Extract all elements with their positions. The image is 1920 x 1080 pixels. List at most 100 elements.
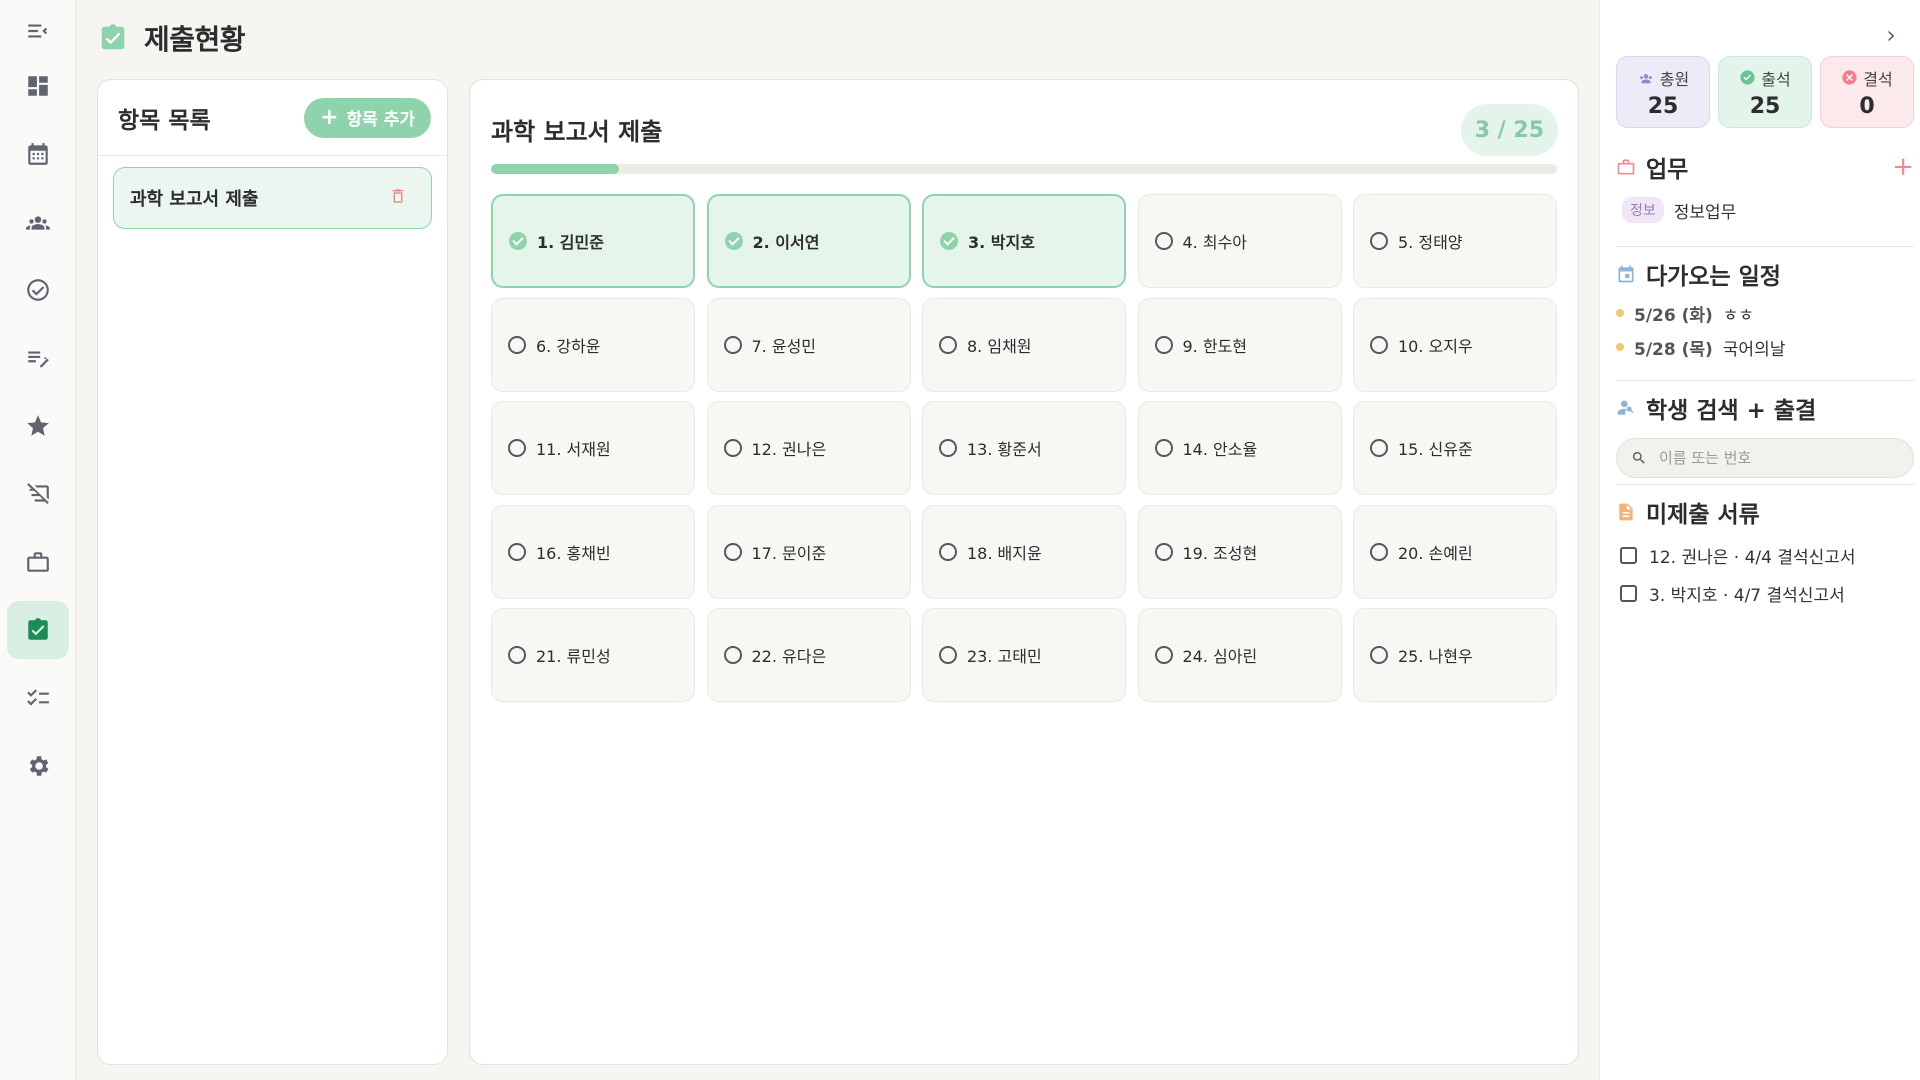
- nav-submissions[interactable]: [7, 601, 69, 659]
- student-card[interactable]: 17. 문이준: [706, 504, 911, 599]
- submission-progress-fill: [491, 164, 619, 174]
- attendance-stats: 총원 25 출석 25 결석 0: [1616, 56, 1914, 128]
- student-card[interactable]: 12. 권나은: [706, 401, 911, 495]
- student-card[interactable]: 9. 한도현: [1137, 297, 1342, 392]
- add-duty-button[interactable]: +: [1892, 154, 1914, 180]
- student-card[interactable]: 4. 최수아: [1137, 194, 1342, 288]
- trash-icon[interactable]: [389, 186, 407, 210]
- nav-dashboard[interactable]: [7, 57, 69, 115]
- student-card[interactable]: 23. 고태민: [922, 608, 1126, 702]
- duty-item[interactable]: 정보 정보업무: [1616, 197, 1914, 223]
- student-card[interactable]: 24. 심아린: [1137, 608, 1342, 702]
- left-nav-rail: [0, 0, 76, 1080]
- student-search-box[interactable]: [1616, 438, 1914, 478]
- nav-attendance[interactable]: [7, 261, 69, 319]
- student-search-icon: [1617, 400, 1634, 415]
- nav-tasks[interactable]: [7, 533, 69, 591]
- student-name: 20. 손예린: [1398, 543, 1473, 563]
- stat-absent-value: 0: [1859, 93, 1875, 119]
- dashboard-icon: [28, 76, 48, 96]
- student-card[interactable]: 2. 이서연: [706, 194, 911, 288]
- missing-document-item[interactable]: 12. 권나은 · 4/4 결석신고서: [1616, 536, 1914, 574]
- nav-favorites[interactable]: [7, 397, 69, 455]
- submission-detail-panel: 과학 보고서 제출 3 / 25 1. 김민준 2. 이서연 3. 박지호 4. 최수…: [469, 79, 1579, 1065]
- no-signal-icon: [27, 483, 49, 504]
- schedule-item[interactable]: 5/26 (화) ㅎㅎ: [1616, 296, 1914, 330]
- empty-circle-icon: [1154, 542, 1173, 561]
- student-name: 25. 나현우: [1398, 647, 1473, 666]
- item-list-entry[interactable]: 과학 보고서 제출: [113, 167, 432, 229]
- collapse-menu-icon: [28, 24, 48, 38]
- empty-circle-icon: [508, 646, 526, 664]
- empty-circle-icon: [1370, 232, 1388, 250]
- student-card[interactable]: 3. 박지호: [922, 194, 1126, 288]
- student-name: 16. 홍채빈: [536, 543, 611, 563]
- student-card[interactable]: 14. 안소율: [1137, 401, 1342, 495]
- briefcase-icon: [27, 552, 49, 572]
- chevron-right-icon[interactable]: ›: [1878, 21, 1904, 49]
- schedule-title: 다가오는 일정: [1646, 264, 1781, 290]
- empty-circle-icon: [508, 542, 526, 561]
- checkbox[interactable]: [1620, 584, 1637, 602]
- missing-document-item[interactable]: 3. 박지호 · 4/7 결석신고서: [1616, 574, 1914, 612]
- plus-icon: +: [320, 104, 339, 130]
- student-name: 15. 신유준: [1398, 440, 1473, 459]
- student-card[interactable]: 21. 류민성: [491, 608, 695, 702]
- duty-tag: 정보: [1622, 197, 1664, 223]
- students-icon: [26, 216, 50, 230]
- student-card[interactable]: 16. 홍채빈: [491, 504, 695, 599]
- student-card[interactable]: 5. 정태양: [1353, 194, 1557, 288]
- student-card[interactable]: 20. 손예린: [1353, 504, 1557, 599]
- student-card[interactable]: 18. 배지윤: [922, 504, 1126, 599]
- empty-circle-icon: [1154, 232, 1173, 250]
- x-circle-icon: [1842, 70, 1857, 85]
- student-card[interactable]: 15. 신유준: [1353, 401, 1557, 495]
- nav-edit-list[interactable]: [7, 329, 69, 387]
- student-card[interactable]: 8. 임채원: [922, 297, 1126, 392]
- student-name: 6. 강하윤: [536, 336, 601, 356]
- student-card[interactable]: 25. 나현우: [1353, 608, 1557, 702]
- collapse-menu-button[interactable]: [7, 2, 69, 60]
- stat-total-value: 25: [1647, 93, 1679, 119]
- nav-students[interactable]: [7, 193, 69, 251]
- student-card[interactable]: 13. 황준서: [922, 401, 1126, 495]
- page-title: 제출현황: [144, 23, 246, 56]
- student-card[interactable]: 22. 유다은: [706, 608, 911, 702]
- student-grid: 1. 김민준 2. 이서연 3. 박지호 4. 최수아 5. 정태양 6. 강하윤 7. 윤…: [491, 194, 1557, 702]
- nav-checklist[interactable]: [7, 669, 69, 727]
- student-name: 14. 안소율: [1182, 440, 1258, 459]
- students-icon: [1639, 73, 1652, 83]
- student-card[interactable]: 11. 서재원: [491, 401, 695, 495]
- empty-circle-icon: [1370, 646, 1388, 664]
- stat-present-value: 25: [1749, 93, 1781, 119]
- submission-clipboard-icon: [28, 618, 48, 640]
- add-item-button[interactable]: + 항목 추가: [304, 97, 431, 138]
- student-card[interactable]: 6. 강하윤: [491, 297, 695, 392]
- student-card[interactable]: 7. 윤성민: [706, 297, 911, 392]
- student-card[interactable]: 10. 오지우: [1353, 297, 1557, 392]
- nav-no-signal[interactable]: [7, 465, 69, 523]
- student-search-section: 학생 검색 + 출결: [1616, 392, 1914, 478]
- nav-settings[interactable]: [7, 737, 69, 795]
- stat-absent-label: 결석: [1863, 69, 1893, 89]
- stat-present: 출석 25: [1718, 56, 1812, 128]
- schedule-date: 5/28 (목): [1634, 339, 1713, 360]
- student-name: 4. 최수아: [1182, 233, 1248, 252]
- student-name: 10. 오지우: [1398, 336, 1473, 356]
- student-card[interactable]: 1. 김민준: [491, 194, 695, 288]
- nav-calendar[interactable]: [7, 125, 69, 183]
- student-name: 7. 윤성민: [751, 336, 817, 356]
- missing-document-text: 12. 권나은 · 4/4 결석신고서: [1649, 547, 1856, 568]
- check-circle-icon: [509, 232, 527, 250]
- student-name: 13. 황준서: [967, 440, 1042, 459]
- empty-circle-icon: [1154, 646, 1173, 664]
- star-icon: [27, 415, 49, 436]
- student-card[interactable]: 19. 조성현: [1137, 504, 1342, 599]
- schedule-date: 5/26 (화): [1634, 305, 1713, 326]
- schedule-item[interactable]: 5/28 (목) 국어의날: [1616, 330, 1914, 364]
- empty-circle-icon: [1154, 439, 1173, 457]
- student-search-input[interactable]: [1659, 449, 1879, 467]
- empty-circle-icon: [723, 542, 742, 561]
- stat-total: 총원 25: [1616, 56, 1710, 128]
- checkbox[interactable]: [1620, 546, 1637, 564]
